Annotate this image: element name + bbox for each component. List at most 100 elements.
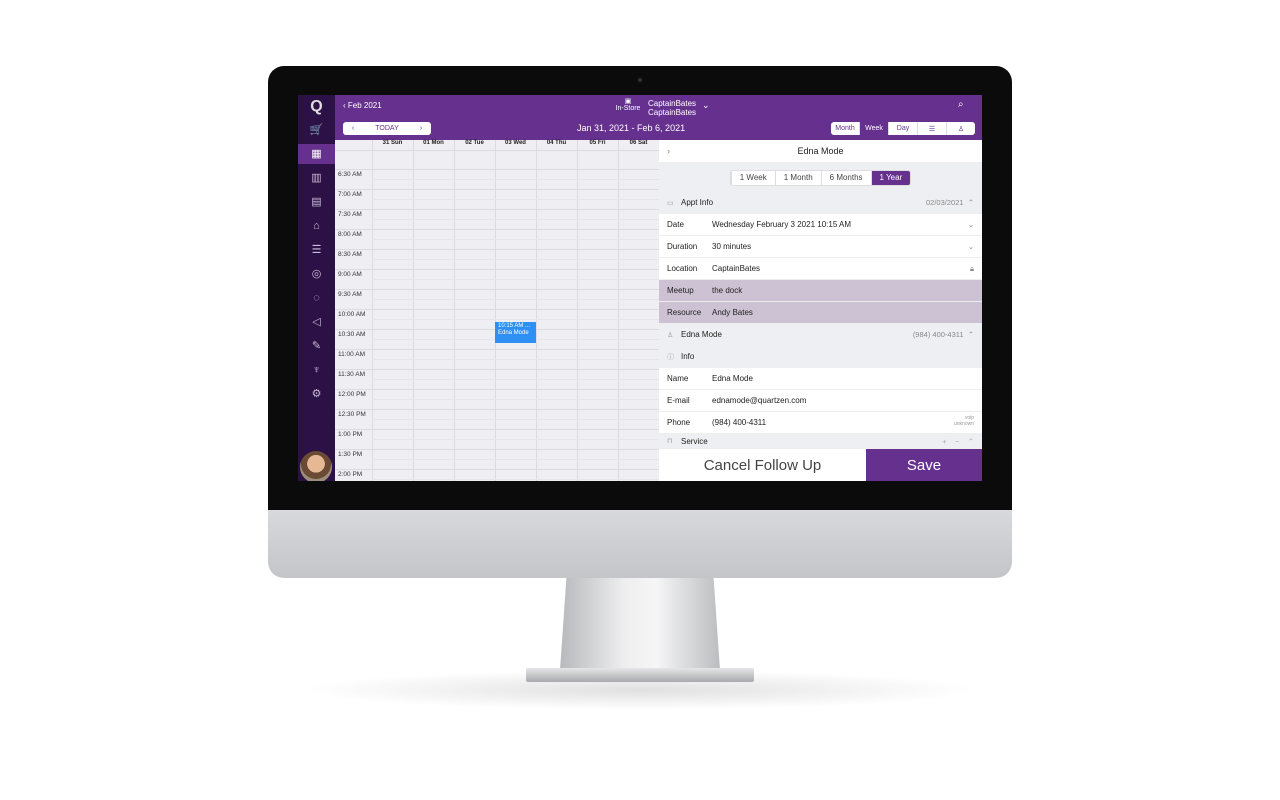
phone-type: voip unknown [954,415,974,427]
monitor-chin [268,510,1012,578]
sidebar-item-chat[interactable]: ◌ [298,288,335,308]
sidebar-item-calendar[interactable]: ▦ [298,144,335,164]
sidebar-item-megaphone[interactable]: ◁ [298,312,335,332]
day-header[interactable]: 06 Sat [618,140,659,150]
sidebar-item-wrench[interactable]: ✎ [298,336,335,356]
hour-line [335,349,659,350]
save-button[interactable]: Save [866,449,982,481]
view-0[interactable]: Month [831,122,859,135]
field-date[interactable]: Date Wednesday February 3 2021 10:15 AM ⌄ [659,214,982,236]
sidebar-item-cart[interactable]: 🛒 [298,120,335,140]
time-label: 8:00 AM [338,231,362,238]
range-tab-1[interactable]: 1 Month [774,170,821,185]
list-icon: ☰ [311,244,322,256]
view-4[interactable]: ♙ [946,122,975,135]
field-duration[interactable]: Duration 30 minutes ⌄ [659,236,982,258]
customer-name: Edna Mode [681,330,722,339]
day-header[interactable]: 04 Thu [536,140,577,150]
next-button[interactable]: › [411,122,431,135]
appt-info-title: Appt Info [681,198,714,207]
hour-line [335,249,659,250]
megaphone-icon: ◁ [312,316,321,328]
all-day-divider [335,150,659,151]
today-button[interactable]: TODAY [363,122,411,135]
sidebar-item-trophy[interactable]: ♆ [298,360,335,380]
field-label: Resource [667,308,702,317]
field-phone[interactable]: Phone (984) 400-4311 [659,412,982,434]
field-location[interactable]: Location CaptainBates 🔒︎ [659,258,982,280]
date-range: Jan 31, 2021 - Feb 6, 2021 [577,123,686,133]
customer-phone: (984) 400-4311 [912,330,964,339]
chevron-down-icon[interactable]: ⌄ [702,100,710,111]
field-label: Location [667,264,698,273]
sidebar-item-list[interactable]: ☰ [298,240,335,260]
range-bar: 1 Week 1 Month 6 Months 1 Year [659,163,982,192]
sidebar-item-building[interactable]: ▥ [298,168,335,188]
hour-line [335,369,659,370]
day-header[interactable]: 03 Wed [495,140,536,150]
panel-header: › Edna Mode [659,140,982,163]
hour-line [335,309,659,310]
service-header[interactable]: ⊓ Service + − ⌃ [659,434,982,449]
time-label: 9:30 AM [338,291,362,298]
field-meetup[interactable]: Meetup the dock [659,280,982,302]
sidebar: Q 🛒 ▦ ▥ ▤ ⌂ ☰ ◎ ◌ ◁ ✎ ♆ ⚙ [298,95,335,481]
half-line [372,179,659,180]
time-label: 2:00 PM [338,471,363,478]
info-icon: ⓘ [667,353,674,361]
time-label: 9:00 AM [338,271,362,278]
back-button[interactable]: ‹ Feb 2021 [343,101,382,110]
location-line2: CaptainBates [648,108,697,117]
chat-icon: ◌ [313,292,320,304]
sidebar-item-camera[interactable]: ◎ [298,264,335,284]
sidebar-item-receipt-search[interactable]: ▤ [298,192,335,212]
day-header[interactable]: 01 Mon [413,140,454,150]
half-line [372,379,659,380]
calendar-event[interactable]: 10:15 AM ... Edna Mode [495,322,536,343]
field-name[interactable]: Name Edna Mode [659,368,982,390]
appointment-panel: › Edna Mode 1 Week 1 Month 6 Months 1 Year … [659,140,982,481]
field-value: ednamode@quartzen.com [712,396,807,405]
range-tab-3[interactable]: 1 Year [870,170,911,185]
sidebar-item-bank[interactable]: ⌂ [298,216,335,236]
hour-line [335,169,659,170]
location-selector[interactable]: CaptainBates CaptainBates [648,99,696,117]
range-tab-2[interactable]: 6 Months [820,170,871,185]
avatar[interactable] [300,451,332,481]
field-email[interactable]: E-mail ednamode@quartzen.com [659,390,982,412]
appt-info-header[interactable]: ▭ Appt Info 02/03/2021 ⌃ [659,192,982,214]
chevron-down-icon[interactable]: ⌄ [968,220,974,229]
field-resource[interactable]: Resource Andy Bates [659,302,982,324]
customer-header[interactable]: ♙ Edna Mode (984) 400-4311 ⌃ [659,324,982,346]
cancel-follow-up-button[interactable]: Cancel Follow Up [659,449,866,481]
camera-icon: ◎ [311,268,322,280]
day-header[interactable]: 05 Fri [577,140,618,150]
half-line [372,459,659,460]
field-value: Wednesday February 3 2021 10:15 AM [712,220,852,229]
view-1[interactable]: Week [859,122,888,135]
bank-icon: ⌂ [313,220,320,232]
field-value: Edna Mode [712,374,753,383]
field-label: Name [667,374,689,383]
cart-icon: 🛒 [309,124,324,136]
store-mode[interactable]: ▣ In-Store [612,97,644,112]
cart-icon: ⊓ [667,438,673,445]
view-2[interactable]: Day [888,122,917,135]
day-header[interactable]: 31 Sun [372,140,413,150]
half-line [372,239,659,240]
field-value: 30 minutes [712,242,752,251]
sidebar-item-gear[interactable]: ⚙ [298,384,335,404]
search-icon[interactable]: ⌕ [958,99,964,110]
chevron-down-icon[interactable]: ⌄ [968,242,974,251]
half-line [372,319,659,320]
time-label: 1:00 PM [338,431,363,438]
view-3[interactable]: ☰ [917,122,946,135]
prev-button[interactable]: ‹ [343,122,363,135]
day-header[interactable]: 02 Tue [454,140,495,150]
time-label: 12:30 PM [338,411,366,418]
range-tabs: 1 Week 1 Month 6 Months 1 Year [729,169,912,186]
building-icon: ▥ [311,172,322,184]
range-tab-0[interactable]: 1 Week [730,170,775,185]
week-calendar: 31 Sun 01 Mon 02 Tue 03 Wed 04 Thu 05 Fri 06 S… [335,140,659,481]
chevron-right-icon[interactable]: › [667,146,670,156]
